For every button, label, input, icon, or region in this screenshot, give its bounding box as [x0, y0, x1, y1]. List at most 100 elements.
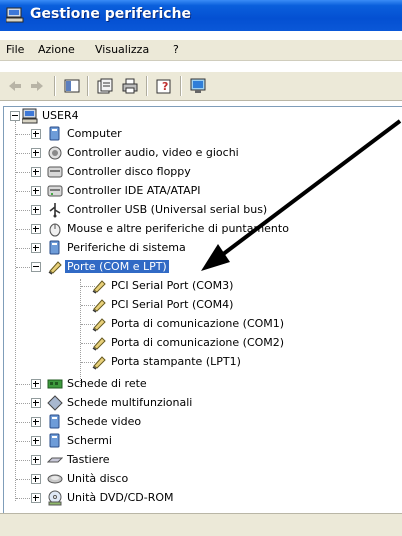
- tree-child-com4[interactable]: PCI Serial Port (COM4): [4, 296, 402, 314]
- tree-child-label: Porta di comunicazione (COM1): [111, 317, 285, 330]
- device-manager-icon: [6, 7, 24, 23]
- expand-toggle[interactable]: [31, 474, 41, 484]
- tree-item-label: Porte (COM e LPT): [65, 260, 169, 273]
- toolbar-separator: [180, 76, 182, 96]
- expand-toggle[interactable]: [31, 379, 41, 389]
- port-icon: [92, 318, 106, 332]
- tree-item-label: Computer: [67, 127, 122, 140]
- floppy-controller-icon: [47, 166, 63, 178]
- speaker-icon: [48, 146, 62, 160]
- tree-item-dvd-drives[interactable]: Unità DVD/CD-ROM: [4, 489, 402, 507]
- expand-toggle[interactable]: [31, 224, 41, 234]
- collapse-toggle[interactable]: [10, 111, 20, 121]
- tree-child-com3[interactable]: PCI Serial Port (COM3): [4, 277, 402, 295]
- tree-child-com1[interactable]: Porta di comunicazione (COM1): [4, 315, 402, 333]
- expand-toggle[interactable]: [31, 205, 41, 215]
- tree-child-label: Porta stampante (LPT1): [111, 355, 241, 368]
- port-icon: [92, 299, 106, 313]
- tree-item-disk-drives[interactable]: Unità disco: [4, 470, 402, 488]
- port-icon: [92, 337, 106, 351]
- title-bar[interactable]: Gestione periferiche: [0, 0, 402, 31]
- computer-icon: [49, 126, 60, 141]
- device-tree[interactable]: USER4 Computer Controller audio, video e…: [3, 106, 402, 513]
- forward-arrow-icon[interactable]: [28, 77, 46, 95]
- tree-child-label: Porta di comunicazione (COM2): [111, 336, 285, 349]
- tree-item-label: Tastiere: [67, 453, 110, 466]
- print-icon[interactable]: [121, 77, 139, 95]
- mouse-icon: [49, 223, 61, 237]
- tree-child-lpt1[interactable]: Porta stampante (LPT1): [4, 353, 402, 371]
- tree-item-label: Unità disco: [67, 472, 129, 485]
- tree-item-computer[interactable]: Computer: [4, 125, 402, 143]
- menu-visualizza[interactable]: Visualizza: [93, 42, 151, 57]
- expand-toggle[interactable]: [31, 417, 41, 427]
- collapse-toggle[interactable]: [31, 262, 41, 272]
- tree-item-ports[interactable]: Porte (COM e LPT): [4, 258, 402, 276]
- toolbar-separator: [54, 76, 56, 96]
- expand-toggle[interactable]: [31, 398, 41, 408]
- tree-child-label: PCI Serial Port (COM4): [111, 298, 234, 311]
- expand-toggle[interactable]: [31, 455, 41, 465]
- multifunction-icon: [47, 395, 63, 411]
- expand-toggle[interactable]: [31, 493, 41, 503]
- tree-item-usb-controller[interactable]: Controller USB (Universal serial bus): [4, 201, 402, 219]
- disk-drive-icon: [47, 474, 63, 484]
- menu-help[interactable]: ?: [171, 42, 181, 57]
- tree-item-audio-video[interactable]: Controller audio, video e giochi: [4, 144, 402, 162]
- expand-toggle[interactable]: [31, 148, 41, 158]
- tree-item-label: Schermi: [67, 434, 112, 447]
- port-icon: [92, 280, 106, 294]
- scan-hardware-icon[interactable]: [189, 77, 207, 95]
- tree-item-label: Controller USB (Universal serial bus): [67, 203, 268, 216]
- port-icon: [48, 261, 62, 275]
- tree-root-label: USER4: [42, 109, 79, 122]
- tree-item-video-cards[interactable]: Schede video: [4, 413, 402, 431]
- console-tree-icon[interactable]: [63, 77, 81, 95]
- status-bar: [0, 513, 402, 536]
- keyboard-icon: [47, 457, 63, 463]
- system-device-icon: [49, 240, 60, 255]
- tree-item-floppy-controller[interactable]: Controller disco floppy: [4, 163, 402, 181]
- dvd-drive-icon: [48, 490, 62, 506]
- tree-item-label: Controller IDE ATA/ATAPI: [67, 184, 201, 197]
- expand-toggle[interactable]: [31, 167, 41, 177]
- tree-item-label: Periferiche di sistema: [67, 241, 186, 254]
- tree-item-keyboards[interactable]: Tastiere: [4, 451, 402, 469]
- tree-item-label: Schede di rete: [67, 377, 147, 390]
- properties-icon[interactable]: [96, 77, 114, 95]
- menu-file[interactable]: File: [4, 42, 26, 57]
- toolbar: ?: [0, 72, 402, 101]
- port-icon: [92, 356, 106, 370]
- toolbar-separator: [146, 76, 148, 96]
- expand-toggle[interactable]: [31, 243, 41, 253]
- tree-item-label: Mouse e altre periferiche di puntamento: [67, 222, 289, 235]
- tree-item-mouse[interactable]: Mouse e altre periferiche di puntamento: [4, 220, 402, 238]
- tree-root[interactable]: USER4: [4, 107, 402, 125]
- tree-child-label: PCI Serial Port (COM3): [111, 279, 234, 292]
- tree-child-com2[interactable]: Porta di comunicazione (COM2): [4, 334, 402, 352]
- ide-controller-icon: [47, 185, 63, 197]
- help-icon[interactable]: ?: [155, 77, 173, 95]
- tree-item-label: Controller disco floppy: [67, 165, 191, 178]
- expand-toggle[interactable]: [31, 436, 41, 446]
- network-card-icon: [47, 379, 63, 389]
- tree-item-label: Schede multifunzionali: [67, 396, 193, 409]
- tree-item-system-devices[interactable]: Periferiche di sistema: [4, 239, 402, 257]
- display-adapter-icon: [49, 414, 60, 429]
- tree-item-label: Unità DVD/CD-ROM: [67, 491, 174, 504]
- tree-item-monitors[interactable]: Schermi: [4, 432, 402, 450]
- window-title: Gestione periferiche: [30, 6, 192, 22]
- computer-icon: [22, 108, 38, 124]
- monitor-icon: [49, 433, 60, 448]
- tree-item-network-cards[interactable]: Schede di rete: [4, 375, 402, 393]
- back-arrow-icon[interactable]: [6, 77, 24, 95]
- usb-icon: [49, 203, 61, 218]
- toolbar-separator: [87, 76, 89, 96]
- expand-toggle[interactable]: [31, 186, 41, 196]
- expand-toggle[interactable]: [31, 129, 41, 139]
- tree-item-label: Controller audio, video e giochi: [67, 146, 239, 159]
- tree-item-multifunction[interactable]: Schede multifunzionali: [4, 394, 402, 412]
- svg-text:?: ?: [162, 80, 168, 93]
- menu-azione[interactable]: Azione: [36, 42, 77, 57]
- tree-item-ide-controller[interactable]: Controller IDE ATA/ATAPI: [4, 182, 402, 200]
